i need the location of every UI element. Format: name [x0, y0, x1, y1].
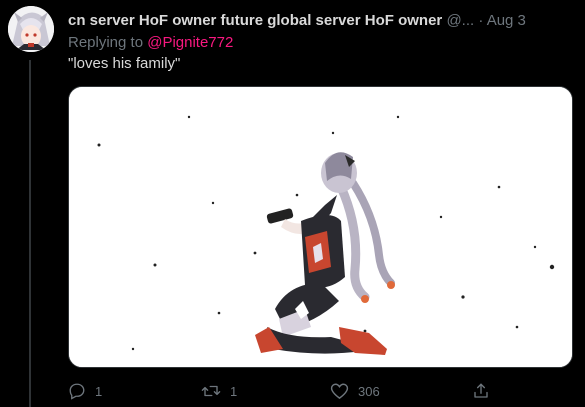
tweet-header: cn server HoF owner future global server… [68, 11, 578, 33]
mention-link[interactable]: @Pignite772 [147, 34, 233, 51]
retweet-icon [201, 382, 221, 400]
thread-line [29, 60, 31, 407]
tweet-actions: 1 1 306 [68, 380, 573, 402]
tweet-text: "loves his family" [68, 55, 181, 72]
share-icon [472, 382, 490, 400]
like-button[interactable]: 306 [330, 380, 380, 402]
display-name[interactable]: cn server HoF owner future global server… [68, 12, 442, 29]
reply-button[interactable]: 1 [68, 380, 102, 402]
avatar[interactable] [8, 6, 54, 52]
avatar-image [8, 6, 54, 52]
replying-to-label: Replying to [68, 34, 148, 51]
separator-dot: · [478, 12, 484, 29]
retweet-count: 1 [230, 383, 238, 399]
tweet[interactable]: cn server HoF owner future global server… [0, 0, 585, 407]
like-count: 306 [358, 383, 380, 399]
retweet-button[interactable]: 1 [201, 380, 237, 402]
reply-count: 1 [95, 383, 103, 399]
tweet-date[interactable]: Aug 3 [487, 12, 526, 29]
media-image [69, 87, 572, 367]
reply-icon [68, 382, 86, 400]
tweet-media[interactable] [68, 86, 573, 368]
share-button[interactable] [472, 380, 490, 402]
user-handle[interactable]: @... [446, 12, 474, 29]
replying-to-line: Replying to @Pignite772 [68, 33, 233, 52]
heart-icon [330, 382, 349, 400]
